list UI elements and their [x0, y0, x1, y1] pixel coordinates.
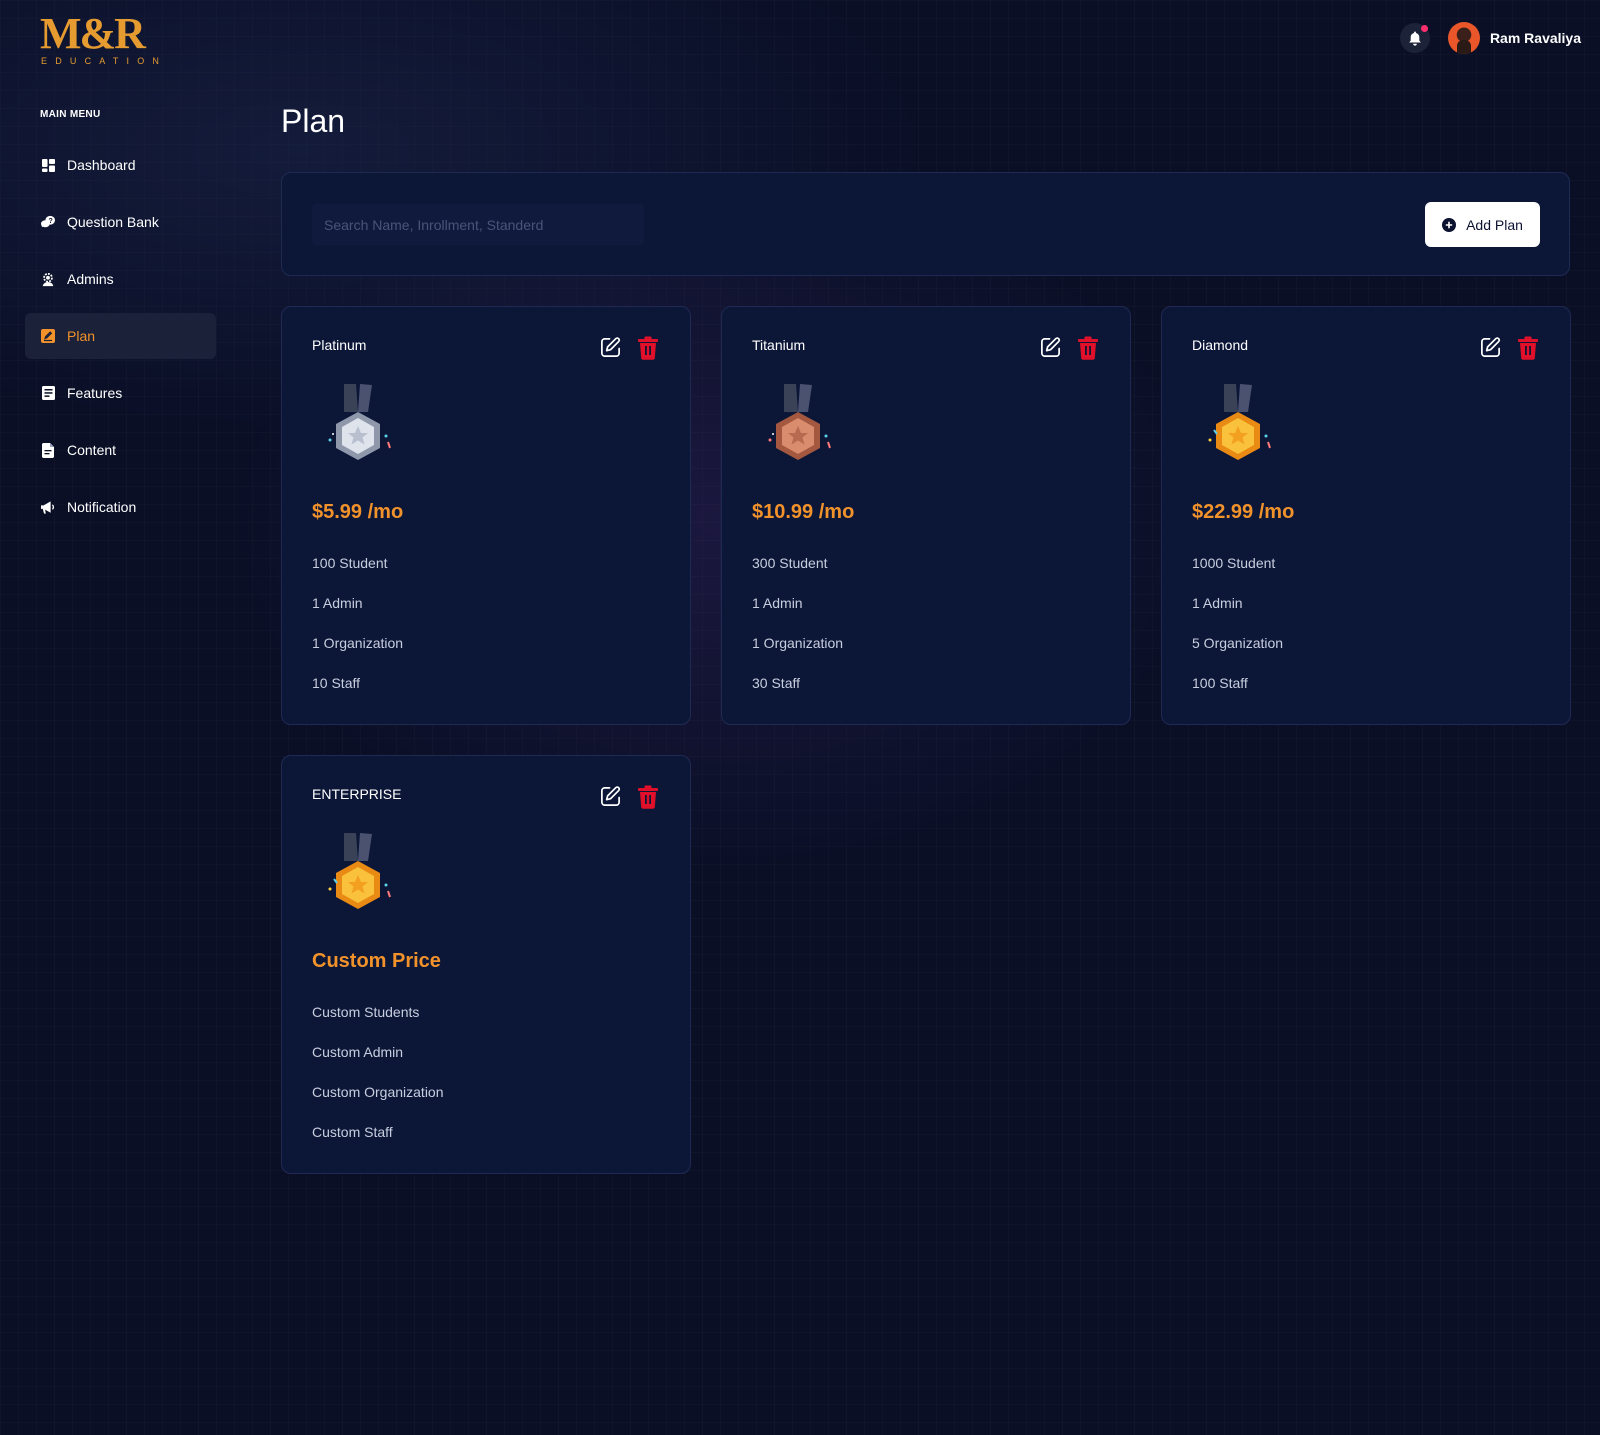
plan-name: Platinum — [312, 337, 367, 353]
silver-medal-icon — [322, 382, 394, 470]
plan-price: $22.99 /mo — [1192, 501, 1295, 523]
sidebar-item-label: Features — [67, 385, 123, 401]
feature-item: 1 Admin — [752, 595, 803, 611]
bell-icon — [1409, 30, 1421, 46]
trash-icon — [1517, 336, 1538, 360]
user-name: Ram Ravaliya — [1489, 30, 1581, 46]
sidebar-item-question-bank[interactable]: ? Question Bank — [25, 199, 216, 245]
feature-item: 300 Student — [752, 555, 828, 571]
topbar-actions: Ram Ravaliya — [1399, 22, 1581, 54]
plan-actions — [598, 784, 660, 809]
page-title: Plan — [281, 103, 346, 139]
edit-icon — [601, 337, 621, 357]
features-icon — [41, 386, 55, 400]
sidebar-item-label: Content — [67, 442, 117, 458]
gold-medal-icon — [322, 831, 394, 919]
plan-features: 100 Student 1 Admin 1 Organization 10 St… — [312, 555, 403, 715]
feature-item: 100 Staff — [1192, 675, 1248, 691]
user-menu[interactable]: Ram Ravaliya — [1447, 22, 1581, 54]
search-input[interactable] — [312, 204, 644, 245]
sidebar-item-label: Admins — [67, 271, 114, 287]
plan-price: Custom Price — [312, 950, 441, 972]
edit-button[interactable] — [598, 784, 623, 809]
plan-name: ENTERPRISE — [312, 786, 402, 802]
feature-item: 1 Organization — [752, 635, 844, 651]
feature-item: 30 Staff — [752, 675, 801, 691]
plan-actions — [598, 335, 660, 360]
plan-card-enterprise: ENTERPRISE Custom Price Custom Students … — [281, 755, 691, 1174]
feature-item: Custom Organization — [312, 1084, 444, 1100]
delete-button[interactable] — [1075, 335, 1100, 360]
megaphone-icon — [41, 500, 55, 514]
edit-icon — [1481, 337, 1501, 357]
trash-icon — [637, 336, 658, 360]
add-plan-button[interactable]: Add Plan — [1425, 202, 1540, 247]
feature-item: Custom Students — [312, 1004, 420, 1020]
avatar — [1447, 22, 1480, 54]
admin-icon — [41, 272, 55, 286]
feature-item: 5 Organization — [1192, 635, 1284, 651]
feature-item: 100 Student — [312, 555, 388, 571]
plan-features: 1000 Student 1 Admin 5 Organization 100 … — [1192, 555, 1283, 715]
feature-item: Custom Admin — [312, 1044, 404, 1060]
delete-button[interactable] — [635, 784, 660, 809]
delete-button[interactable] — [635, 335, 660, 360]
logo-subtitle: EDUCATION — [41, 56, 168, 66]
bronze-medal-icon — [762, 382, 834, 470]
notification-badge — [1420, 25, 1428, 32]
edit-icon — [601, 786, 621, 806]
edit-icon — [1041, 337, 1061, 357]
plan-name: Diamond — [1192, 337, 1249, 353]
plan-card-titanium: Titanium $10.99 /mo 300 Student 1 Admin … — [721, 306, 1131, 725]
plan-features: 300 Student 1 Admin 1 Organization 30 St… — [752, 555, 843, 715]
feature-item: 10 Staff — [312, 675, 361, 691]
feature-item: 1 Admin — [312, 595, 363, 611]
feature-item: Custom Staff — [312, 1124, 393, 1140]
sidebar-item-label: Plan — [67, 328, 96, 344]
content-icon — [41, 442, 55, 458]
plan-card-diamond: Diamond $22.99 /mo 1000 Student 1 Admin … — [1161, 306, 1571, 725]
dashboard-icon — [41, 158, 55, 172]
main-menu-heading: MAIN MENU — [40, 109, 101, 120]
plan-features: Custom Students Custom Admin Custom Orga… — [312, 1004, 444, 1164]
feature-item: 1 Admin — [1192, 595, 1243, 611]
plus-circle-icon — [1442, 217, 1457, 232]
sidebar-item-plan[interactable]: Plan — [25, 313, 216, 359]
question-bank-icon: ? — [41, 215, 55, 229]
plan-actions — [1478, 335, 1540, 360]
sidebar-item-admins[interactable]: Admins — [25, 256, 216, 302]
sidebar-item-label: Question Bank — [67, 214, 159, 230]
sidebar-item-label: Dashboard — [67, 157, 136, 173]
sidebar-item-label: Notification — [67, 499, 137, 515]
feature-item: 1 Organization — [312, 635, 404, 651]
plan-price: $10.99 /mo — [752, 501, 855, 523]
sidebar-item-notification[interactable]: Notification — [25, 484, 216, 530]
sidebar-item-content[interactable]: Content — [25, 427, 216, 473]
plan-name: Titanium — [752, 337, 806, 353]
sidebar-item-dashboard[interactable]: Dashboard — [25, 142, 216, 188]
feature-item: 1000 Student — [1192, 555, 1276, 571]
gold-medal-icon — [1202, 382, 1274, 470]
logo-wordmark: M&R — [40, 9, 146, 58]
plan-actions — [1038, 335, 1100, 360]
trash-icon — [637, 785, 658, 809]
edit-button[interactable] — [1478, 335, 1503, 360]
plan-card-platinum: Platinum $5.99 /mo 100 Student 1 Admin 1… — [281, 306, 691, 725]
plan-price: $5.99 /mo — [312, 501, 404, 523]
sidebar-nav: Dashboard ? Question Bank Admins Plan Fe… — [25, 142, 216, 541]
edit-button[interactable] — [598, 335, 623, 360]
edit-button[interactable] — [1038, 335, 1063, 360]
sidebar-item-features[interactable]: Features — [25, 370, 216, 416]
notification-button[interactable] — [1399, 23, 1430, 53]
plan-toolbar: Add Plan — [281, 172, 1570, 276]
trash-icon — [1077, 336, 1098, 360]
plan-icon — [41, 329, 55, 343]
delete-button[interactable] — [1515, 335, 1540, 360]
add-plan-label: Add Plan — [1466, 216, 1523, 233]
brand-logo[interactable]: M&R EDUCATION — [40, 9, 168, 67]
